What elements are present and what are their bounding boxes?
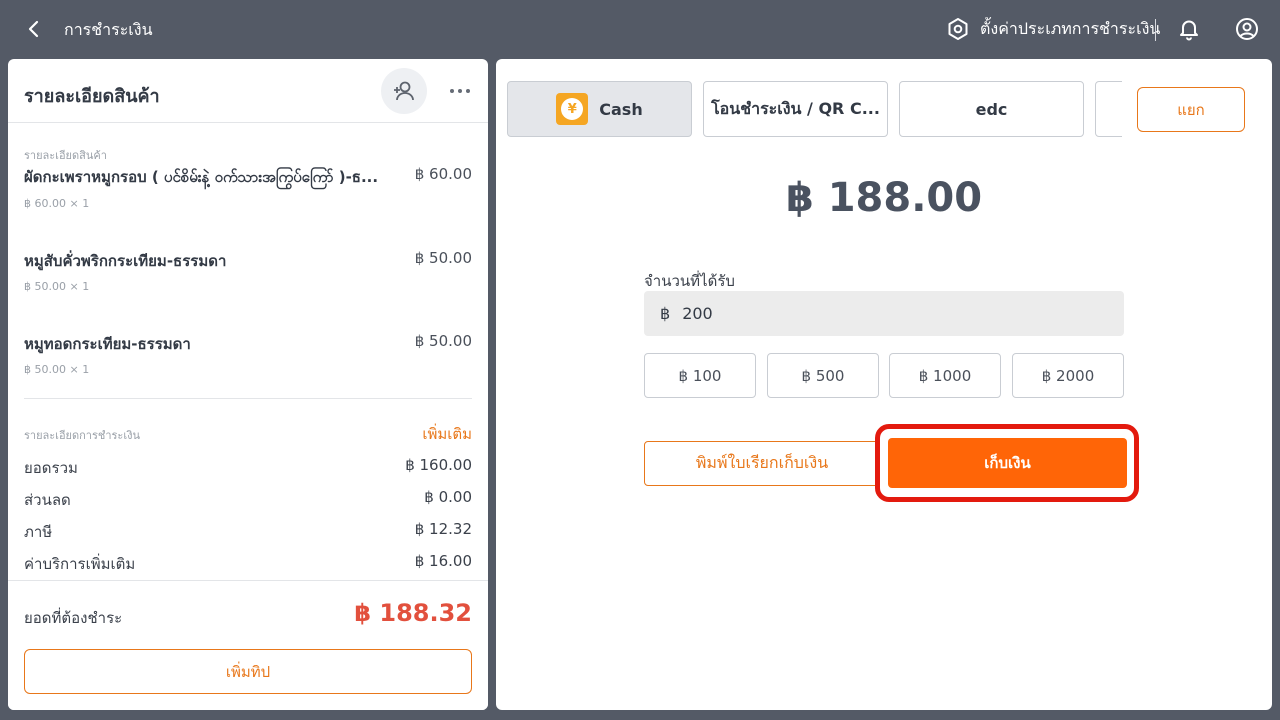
item-name: ผัดกะเพราหมูกรอบ ( ပင်စိမ်းနဲ့ ဝက်သားအကြ… — [24, 168, 379, 186]
user-icon — [1236, 18, 1258, 40]
dot — [466, 89, 470, 93]
item-quantity: ฿ 50.00 × 1 — [24, 280, 90, 293]
page-title: การชำระเงิน — [64, 20, 153, 39]
item-price: ฿ 50.00 — [414, 332, 472, 350]
received-amount-label: จำนวนที่ได้รับ — [644, 272, 735, 290]
chevron-left-icon — [28, 20, 39, 38]
tab-transfer-qr[interactable]: โอนชำระเงิน / QR C... — [703, 81, 888, 137]
received-amount-input[interactable]: ฿ 200 — [644, 291, 1124, 336]
cash-icon: ¥ — [556, 93, 589, 125]
subtotal-row: ยอดรวม ฿ 160.00 — [24, 456, 472, 478]
quick-amount-100-button[interactable]: ฿ 100 — [644, 353, 756, 398]
account-button[interactable] — [1235, 17, 1259, 41]
panel-title: รายละเอียดสินค้า — [24, 86, 160, 107]
order-items-list[interactable]: รายละเอียดสินค้า ผัดกะเพราหมูกรอบ ( ပင်စ… — [8, 123, 488, 580]
summary-label: ค่าบริการเพิ่มเติม — [24, 555, 136, 573]
currency-symbol: ฿ — [660, 304, 671, 323]
list-item[interactable]: หมูสับคั่วพริกกระเทียม-ธรรมดา ฿ 50.00 ฿ … — [24, 247, 472, 329]
tab-edc[interactable]: edc — [899, 81, 1084, 137]
bell-icon — [1180, 20, 1198, 41]
tab-label: Cash — [599, 99, 643, 119]
service-charge-row: ค่าบริการเพิ่มเติม ฿ 16.00 — [24, 552, 472, 574]
divider — [1155, 19, 1156, 41]
order-details-panel: รายละเอียดสินค้า รายละเอียดสินค้า ผัดกะเ… — [8, 59, 488, 710]
back-button[interactable] — [22, 17, 46, 41]
summary-value: ฿ 160.00 — [405, 456, 472, 474]
print-bill-button[interactable]: พิมพ์ใบเรียกเก็บเงิน — [644, 441, 880, 486]
quick-amount-1000-button[interactable]: ฿ 1000 — [889, 353, 1001, 398]
item-name: หมูทอดกระเทียม-ธรรมดา — [24, 335, 191, 353]
add-customer-button[interactable] — [381, 68, 427, 114]
settings-label: ตั้งค่าประเภทการชำระเงิน — [980, 18, 1161, 38]
item-name: หมูสับคั่วพริกกระเทียม-ธรรมดา — [24, 252, 227, 270]
tab-label: edc — [975, 99, 1008, 119]
item-price: ฿ 50.00 — [414, 249, 472, 267]
payment-panel: ¥ Cash โอนชำระเงิน / QR C... edc แยก ฿ 1… — [496, 59, 1272, 710]
tab-cash[interactable]: ¥ Cash — [507, 81, 692, 137]
settings-icon — [948, 18, 968, 40]
tax-row: ภาษี ฿ 12.32 — [24, 520, 472, 542]
received-amount-value: 200 — [682, 304, 713, 323]
quick-amount-2000-button[interactable]: ฿ 2000 — [1012, 353, 1124, 398]
add-tip-button[interactable]: เพิ่มทิป — [24, 649, 472, 694]
summary-value: ฿ 0.00 — [424, 488, 472, 506]
item-quantity: ฿ 60.00 × 1 — [24, 197, 90, 210]
section-divider — [24, 398, 472, 399]
summary-label: ภาษี — [24, 523, 53, 541]
dot — [450, 89, 454, 93]
summary-label: ส่วนลด — [24, 491, 71, 509]
payment-section-label: รายละเอียดการชำระเงิน — [24, 429, 140, 442]
discount-row: ส่วนลด ฿ 0.00 — [24, 488, 472, 510]
list-item[interactable]: ผัดกะเพราหมูกรอบ ( ပင်စိမ်းနဲ့ ဝက်သားအကြ… — [24, 165, 472, 247]
summary-value: ฿ 12.32 — [414, 520, 472, 538]
amount-due-value: ฿ 188.32 — [354, 599, 472, 627]
list-item[interactable]: หมูทอดกระเทียม-ธรรมดา ฿ 50.00 ฿ 50.00 × … — [24, 330, 472, 412]
notification-button[interactable] — [1177, 17, 1201, 41]
panel-footer: ยอดที่ต้องชำระ ฿ 188.32 เพิ่มทิป — [8, 580, 488, 710]
items-section-label: รายละเอียดสินค้า — [24, 149, 107, 162]
top-bar: การชำระเงิน ตั้งค่าประเภทการชำระเงิน — [0, 0, 1280, 58]
quick-amount-500-button[interactable]: ฿ 500 — [767, 353, 879, 398]
split-payment-button[interactable]: แยก — [1137, 87, 1245, 132]
summary-value: ฿ 16.00 — [414, 552, 472, 570]
item-price: ฿ 60.00 — [414, 165, 472, 183]
payment-amount: ฿ 188.00 — [785, 175, 983, 221]
collect-payment-button[interactable]: เก็บเงิน — [888, 438, 1127, 488]
summary-label: ยอดรวม — [24, 459, 78, 477]
payment-details-header: รายละเอียดการชำระเงิน เพิ่มเติม — [24, 425, 472, 446]
add-more-link[interactable]: เพิ่มเติม — [422, 422, 472, 446]
dot — [458, 89, 462, 93]
more-options-button[interactable] — [448, 79, 472, 103]
item-quantity: ฿ 50.00 × 1 — [24, 363, 90, 376]
panel-header: รายละเอียดสินค้า — [8, 59, 488, 123]
tab-label: โอนชำระเงิน / QR C... — [711, 98, 880, 118]
add-user-icon — [394, 81, 414, 101]
amount-due-label: ยอดที่ต้องชำระ — [24, 609, 123, 627]
payment-type-settings-button[interactable]: ตั้งค่าประเภทการชำระเงิน — [946, 16, 1160, 42]
